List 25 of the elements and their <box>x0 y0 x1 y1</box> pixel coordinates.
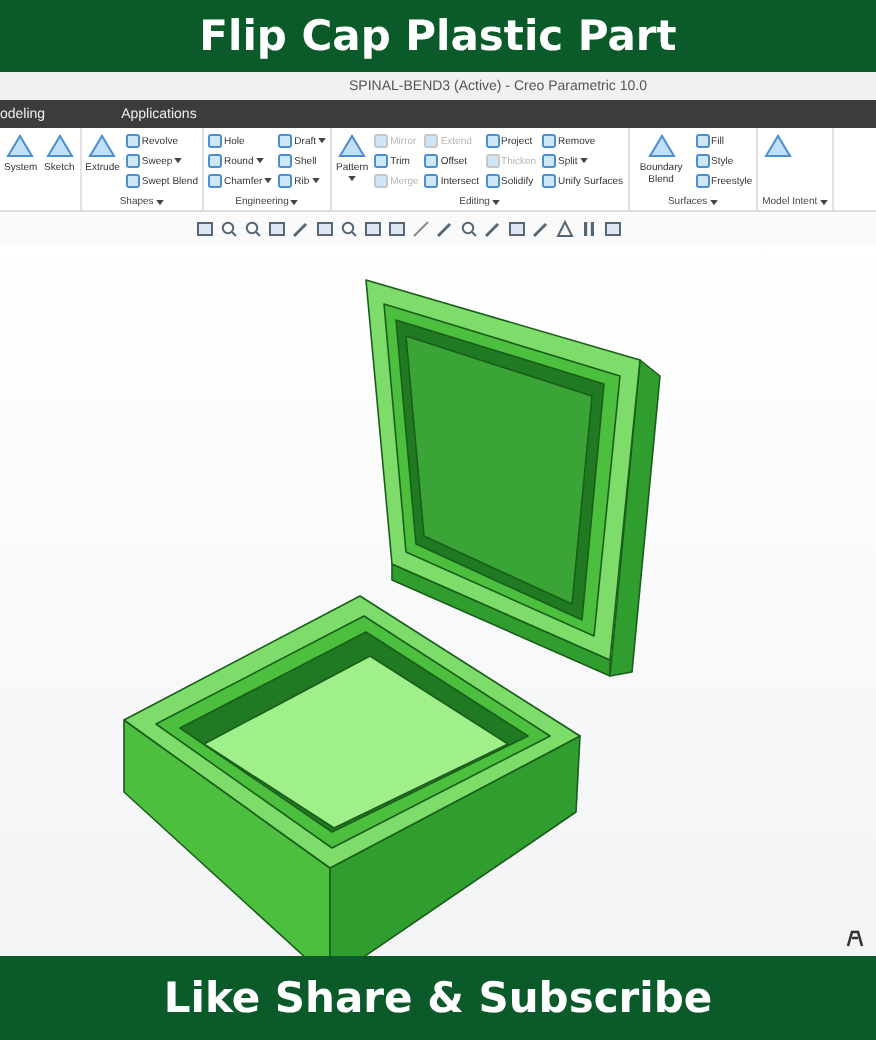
frame-icon[interactable] <box>507 219 525 237</box>
line-icon[interactable] <box>411 219 429 237</box>
zoom-icon[interactable] <box>459 219 477 237</box>
pause-icon[interactable] <box>579 219 597 237</box>
frame-icon[interactable] <box>315 219 333 237</box>
zoom-icon[interactable] <box>243 219 261 237</box>
feature-icon <box>762 132 795 160</box>
banner-title: Flip Cap Plastic Part <box>0 0 876 72</box>
zoom-icon[interactable] <box>219 219 237 237</box>
feature-icon <box>43 132 76 160</box>
feature-icon <box>336 132 369 160</box>
pencil-icon[interactable] <box>291 219 309 237</box>
zoom-icon[interactable] <box>339 219 357 237</box>
triangle-icon[interactable] <box>555 219 573 237</box>
pencil-icon[interactable] <box>483 219 501 237</box>
frame-icon[interactable] <box>603 219 621 237</box>
banner-caption: Like Share & Subscribe <box>0 956 876 1040</box>
feature-icon <box>645 132 678 160</box>
ribbon-button[interactable] <box>762 132 795 160</box>
feature-icon <box>86 132 119 160</box>
pencil-icon[interactable] <box>435 219 453 237</box>
frame-icon[interactable] <box>267 219 285 237</box>
feature-icon <box>4 132 37 160</box>
frame-icon[interactable] <box>195 219 213 237</box>
pencil-icon[interactable] <box>531 219 549 237</box>
